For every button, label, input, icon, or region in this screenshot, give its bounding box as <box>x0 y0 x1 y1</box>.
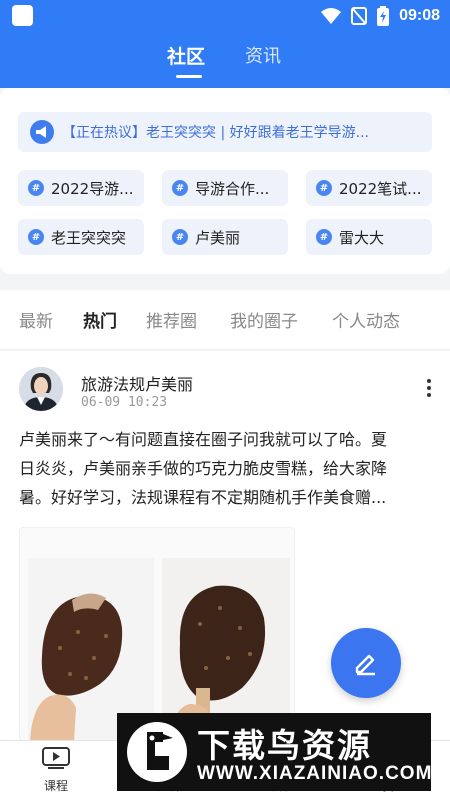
nav-label: 课程 <box>43 779 68 793</box>
edit-pencil-icon <box>355 654 375 676</box>
tab-community[interactable]: 社区 <box>167 42 205 69</box>
post-author[interactable]: 旅游法规卢美丽 <box>81 371 193 395</box>
status-bar: 09:08 <box>0 0 450 32</box>
topic-tag-label: 卢美丽 <box>195 228 241 247</box>
tab-recommended-circles[interactable]: 推荐圈 <box>146 307 197 332</box>
battery-charging-icon <box>377 6 390 26</box>
hashtag-icon: # <box>172 229 188 245</box>
post-text-line: 日炎炎，卢美丽亲手做的巧克力脆皮雪糕，给大家降 <box>19 459 388 478</box>
tab-latest[interactable]: 最新 <box>19 307 53 332</box>
top-header: 09:08 社区 资讯 <box>0 0 450 88</box>
play-icon <box>42 747 70 769</box>
topic-tag-label: 导游合作... <box>195 179 270 198</box>
watermark-banner: 下载鸟资源 WWW.XIAZAINIAO.COM <box>117 713 431 791</box>
avatar[interactable] <box>19 367 63 411</box>
app-notification-icon <box>12 5 33 26</box>
watermark-title: 下载鸟资源 <box>197 726 372 765</box>
hot-topic-banner[interactable]: 【正在热议】老王突突突 | 好好跟着老王学导游... <box>18 112 432 152</box>
hot-topics-card: 【正在热议】老王突突突 | 好好跟着老王学导游... # 2022导游... #… <box>0 88 450 274</box>
hashtag-icon: # <box>316 180 332 196</box>
wifi-icon <box>321 8 342 24</box>
hashtag-icon: # <box>28 229 44 245</box>
hashtag-icon: # <box>172 180 188 196</box>
nav-course[interactable]: 课程 <box>16 747 96 794</box>
watermark-url: WWW.XIAZAINIAO.COM <box>197 763 433 784</box>
compose-post-button[interactable] <box>331 628 401 698</box>
topic-tag[interactable]: # 老王突突突 <box>18 219 144 255</box>
topic-tag-label: 老王突突突 <box>51 228 127 247</box>
megaphone-icon <box>30 120 54 144</box>
topic-tag[interactable]: # 卢美丽 <box>162 219 288 255</box>
active-tab-indicator <box>176 75 202 78</box>
topic-tag[interactable]: # 雷大大 <box>306 219 432 255</box>
post-image[interactable] <box>19 527 295 741</box>
topic-tag-label: 雷大大 <box>339 228 385 247</box>
post-text-line: 暑。好好学习，法规课程有不定期随机手作美食赠... <box>19 488 387 507</box>
topic-tag[interactable]: # 2022导游... <box>18 170 144 206</box>
more-options-icon[interactable] <box>426 379 432 401</box>
topic-tag-label: 2022笔试... <box>339 179 422 198</box>
tab-my-circles[interactable]: 我的圈子 <box>230 307 298 332</box>
post-text-line: 卢美丽来了～有问题直接在圈子问我就可以了哈。夏 <box>19 430 388 449</box>
tab-news[interactable]: 资讯 <box>245 42 281 68</box>
hashtag-icon: # <box>316 229 332 245</box>
post-content[interactable]: 卢美丽来了～有问题直接在圈子问我就可以了哈。夏 日炎炎，卢美丽亲手做的巧克力脆皮… <box>19 425 431 512</box>
status-time: 09:08 <box>399 7 440 24</box>
bird-logo-icon <box>127 722 187 782</box>
hot-topic-text: 【正在热议】老王突突突 | 好好跟着老王学导游... <box>62 125 369 141</box>
no-signal-icon <box>351 7 368 25</box>
topic-tag-label: 2022导游... <box>51 179 134 198</box>
topic-tag[interactable]: # 导游合作... <box>162 170 288 206</box>
hashtag-icon: # <box>28 180 44 196</box>
post-time: 06-09 10:23 <box>81 395 168 410</box>
tab-personal-activity[interactable]: 个人动态 <box>332 307 400 332</box>
tab-hot[interactable]: 热门 <box>83 307 117 332</box>
topic-tag[interactable]: # 2022笔试... <box>306 170 432 206</box>
feed-tabs: 最新 热门 推荐圈 我的圈子 个人动态 <box>0 290 450 350</box>
